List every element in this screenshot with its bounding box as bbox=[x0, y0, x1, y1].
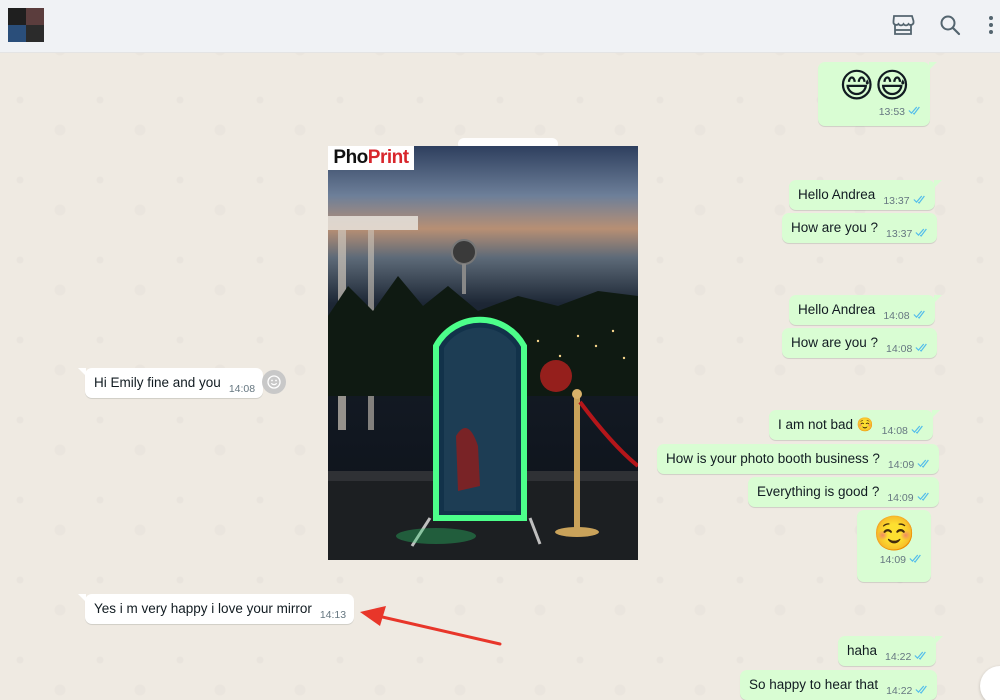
message-text: Yes i m very happy i love your mirror bbox=[94, 601, 312, 616]
message-text: Hi Emily fine and you bbox=[94, 375, 221, 390]
message-bubble[interactable]: Hello Andrea 14:08 bbox=[789, 295, 942, 325]
message-text: Everything is good ? bbox=[757, 484, 880, 499]
read-ticks-icon bbox=[917, 459, 931, 471]
read-ticks-icon bbox=[914, 651, 928, 663]
message-time: 14:13 bbox=[319, 609, 347, 621]
message-time: 14:22 bbox=[886, 685, 913, 697]
message-time: 13:53 bbox=[878, 106, 905, 118]
read-ticks-icon bbox=[911, 425, 925, 437]
message-text: How is your photo booth business ? bbox=[666, 451, 880, 466]
message-text: How are you ? bbox=[791, 220, 879, 235]
message-bubble[interactable]: Yes i m very happy i love your mirror 14… bbox=[77, 594, 355, 624]
react-emoji-icon[interactable] bbox=[262, 370, 286, 394]
message-time: 14:08 bbox=[883, 310, 910, 322]
message-text: I am not bad ☺️ bbox=[778, 417, 874, 432]
message-bubble[interactable]: How are you ? 14:08 bbox=[782, 328, 938, 358]
message-time: 14:08 bbox=[886, 343, 913, 355]
read-ticks-icon bbox=[908, 106, 922, 118]
read-ticks-icon bbox=[909, 554, 923, 566]
photo-message[interactable] bbox=[328, 146, 638, 560]
message-time: 14:08 bbox=[881, 425, 908, 437]
store-icon[interactable] bbox=[890, 12, 916, 38]
search-icon[interactable] bbox=[937, 12, 963, 38]
message-time: 13:37 bbox=[886, 228, 913, 240]
message-bubble[interactable]: So happy to hear that 14:22 bbox=[740, 670, 938, 700]
message-bubble[interactable]: How are you ? 13:37 bbox=[782, 213, 938, 243]
message-bubble[interactable]: How is your photo booth business ? 14:09 bbox=[657, 444, 940, 474]
read-ticks-icon bbox=[913, 195, 927, 207]
read-ticks-icon bbox=[915, 685, 929, 697]
emoji: 😅😅 bbox=[839, 67, 910, 105]
message-time: 13:37 bbox=[883, 195, 910, 207]
message-text: Hello Andrea bbox=[798, 302, 876, 317]
message-time: 14:09 bbox=[879, 554, 906, 566]
message-text: Hello Andrea bbox=[798, 187, 876, 202]
read-ticks-icon bbox=[915, 343, 929, 355]
message-bubble[interactable]: ☺️ 14:09 bbox=[857, 510, 931, 582]
message-bubble[interactable]: haha 14:22 bbox=[838, 636, 944, 666]
chat-header bbox=[0, 0, 1000, 53]
message-text: How are you ? bbox=[791, 335, 879, 350]
read-ticks-icon bbox=[913, 310, 927, 322]
emoji: ☺️ bbox=[873, 515, 916, 553]
contact-avatar[interactable] bbox=[8, 8, 44, 42]
message-bubble[interactable]: Hi Emily fine and you 14:08 bbox=[77, 368, 264, 398]
message-bubble[interactable]: I am not bad ☺️ 14:08 bbox=[769, 410, 940, 440]
message-time: 14:08 bbox=[228, 383, 256, 395]
message-bubble[interactable]: Everything is good ? 14:09 bbox=[748, 477, 939, 507]
annotation-arrow-icon bbox=[360, 606, 502, 646]
message-time: 14:22 bbox=[885, 651, 912, 663]
message-text: haha bbox=[847, 643, 878, 658]
read-ticks-icon bbox=[915, 228, 929, 240]
message-time: 14:09 bbox=[887, 492, 914, 504]
photo-logo: Pho Print bbox=[328, 146, 414, 170]
message-bubble[interactable]: 😅😅 13:53 bbox=[818, 62, 937, 126]
more-options-icon[interactable] bbox=[982, 12, 1000, 38]
message-time: 14:09 bbox=[887, 459, 915, 471]
read-ticks-icon bbox=[917, 492, 931, 504]
message-bubble[interactable]: Hello Andrea 13:37 bbox=[789, 180, 942, 210]
message-text: So happy to hear that bbox=[749, 677, 879, 692]
